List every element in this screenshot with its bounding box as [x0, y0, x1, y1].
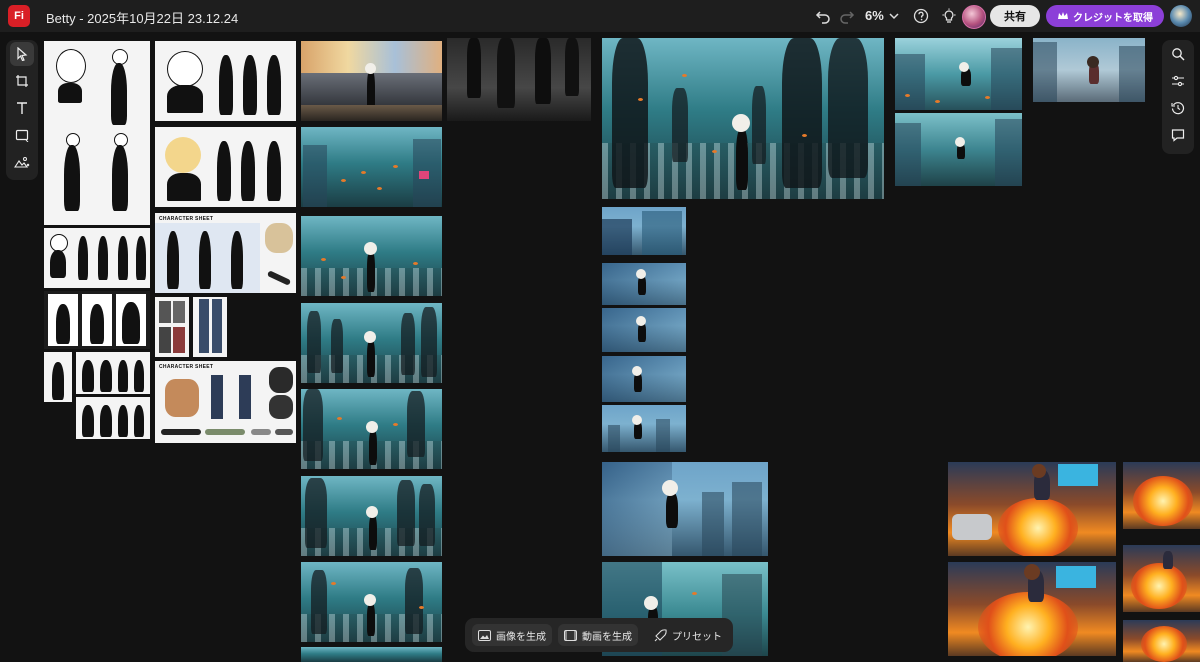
canvas-image-character-turnaround-1[interactable]: [155, 41, 296, 121]
top-bar: Fi Betty - 2025年10月22日 23.12.24 6% 共有 クレ…: [0, 0, 1200, 32]
image-fill-icon: [14, 157, 30, 168]
canvas-image-building-climb-1[interactable]: [602, 207, 686, 255]
canvas-image-building-climb-large-1[interactable]: [602, 462, 768, 556]
crown-icon: [1058, 12, 1068, 19]
canvas-image-explosion-street-3[interactable]: [1123, 620, 1200, 662]
canvas-image-underwater-skate-2[interactable]: [895, 113, 1022, 186]
comment-icon: [1171, 129, 1185, 142]
canvas-image-underwater-skate-1[interactable]: [895, 38, 1022, 110]
text-tool[interactable]: [10, 96, 34, 120]
canvas-image-building-climb-5[interactable]: [602, 405, 686, 452]
generate-image-label: 画像を生成: [496, 631, 546, 643]
rectangle-icon: [15, 129, 29, 142]
comment-tool[interactable]: [1166, 123, 1190, 147]
canvas-image-explosion-street-2[interactable]: [1123, 545, 1200, 612]
app-logo[interactable]: Fi: [8, 5, 30, 27]
canvas-image-character-lineart-1[interactable]: [44, 41, 150, 225]
preset-button[interactable]: プリセット: [648, 624, 728, 646]
canvas-image-crossing-night-1[interactable]: [301, 41, 442, 121]
canvas-image-character-lineart-3[interactable]: [76, 352, 150, 394]
canvas-image-underwater-city-1[interactable]: [301, 127, 442, 207]
user-avatar[interactable]: [1170, 5, 1192, 27]
generation-bar: 画像を生成 動画を生成 プリセット: [465, 618, 733, 652]
canvas-image-underwater-crossing-4[interactable]: [301, 476, 442, 556]
get-credits-button[interactable]: クレジットを取得: [1046, 5, 1164, 27]
history-icon: [1171, 102, 1185, 115]
character-sheet-label-2: CHARACTER SHEET: [159, 364, 214, 370]
canvas-image-character-sheet-2[interactable]: CHARACTER SHEET: [155, 361, 296, 443]
canvas-image-crossing-legs-bw[interactable]: [447, 38, 591, 121]
canvas-image-skate-street-1[interactable]: [1033, 38, 1145, 102]
adjust-tool[interactable]: [1166, 69, 1190, 93]
share-button[interactable]: 共有: [990, 5, 1040, 27]
left-toolbar: [6, 40, 38, 180]
canvas-image-underwater-crossing-3[interactable]: [301, 389, 442, 469]
canvas-image-skate-explosion-1[interactable]: [948, 462, 1116, 556]
canvas-image-skate-explosion-2[interactable]: [948, 562, 1116, 656]
generate-fill-tool[interactable]: [10, 150, 34, 174]
crop-tool[interactable]: [10, 69, 34, 93]
canvas-image-underwater-crossing-1[interactable]: [301, 216, 442, 296]
zoom-level[interactable]: 6%: [865, 8, 884, 23]
get-credits-label: クレジットを取得: [1073, 12, 1153, 24]
canvas-image-building-climb-3[interactable]: [602, 308, 686, 352]
canvas-image-character-turnaround-color[interactable]: [155, 127, 296, 207]
help-icon[interactable]: [911, 6, 931, 26]
crop-icon: [16, 75, 28, 87]
search-tool[interactable]: [1166, 42, 1190, 66]
canvas-image-building-climb-4[interactable]: [602, 356, 686, 402]
canvas-image-character-reference-1[interactable]: [155, 297, 189, 357]
preset-label: プリセット: [672, 631, 722, 643]
shape-tool[interactable]: [10, 123, 34, 147]
redo-icon[interactable]: [837, 6, 857, 26]
image-icon: [478, 629, 491, 641]
canvas-image-character-pose-small[interactable]: [44, 352, 72, 402]
generate-video-button[interactable]: 動画を生成: [558, 624, 638, 646]
canvas-image-underwater-crossing-hero[interactable]: [602, 38, 884, 199]
text-icon: [17, 102, 27, 114]
history-tool[interactable]: [1166, 96, 1190, 120]
canvas-image-underwater-crossing-2[interactable]: [301, 303, 442, 383]
zoom-dropdown-chevron-icon[interactable]: [884, 6, 904, 26]
canvas-image-character-lineart-2[interactable]: [44, 228, 150, 288]
pointer-icon: [17, 47, 28, 61]
undo-icon[interactable]: [813, 6, 833, 26]
canvas-image-building-climb-2[interactable]: [602, 263, 686, 305]
select-tool[interactable]: [10, 42, 34, 66]
generate-image-button[interactable]: 画像を生成: [472, 624, 552, 646]
video-icon: [564, 629, 577, 641]
canvas-image-character-sheet-1[interactable]: CHARACTER SHEET: [155, 213, 296, 293]
canvas-image-underwater-crossing-6[interactable]: [301, 647, 442, 662]
canvas-image-character-reference-2[interactable]: [193, 297, 227, 357]
canvas-image-character-panels[interactable]: [44, 291, 150, 349]
canvas-image-underwater-crossing-5[interactable]: [301, 562, 442, 642]
generate-video-label: 動画を生成: [582, 631, 632, 643]
canvas-image-explosion-street-1[interactable]: [1123, 462, 1200, 529]
rocket-icon: [654, 628, 667, 641]
canvas-image-character-lineart-4[interactable]: [76, 397, 150, 439]
search-icon: [1172, 48, 1185, 61]
document-title[interactable]: Betty - 2025年10月22日 23.12.24: [46, 8, 238, 27]
collaborator-avatar[interactable]: [962, 5, 986, 29]
sliders-icon: [1172, 75, 1184, 87]
right-toolbar: [1162, 40, 1194, 154]
lightbulb-icon[interactable]: [939, 6, 959, 26]
character-sheet-label-1: CHARACTER SHEET: [159, 216, 214, 222]
